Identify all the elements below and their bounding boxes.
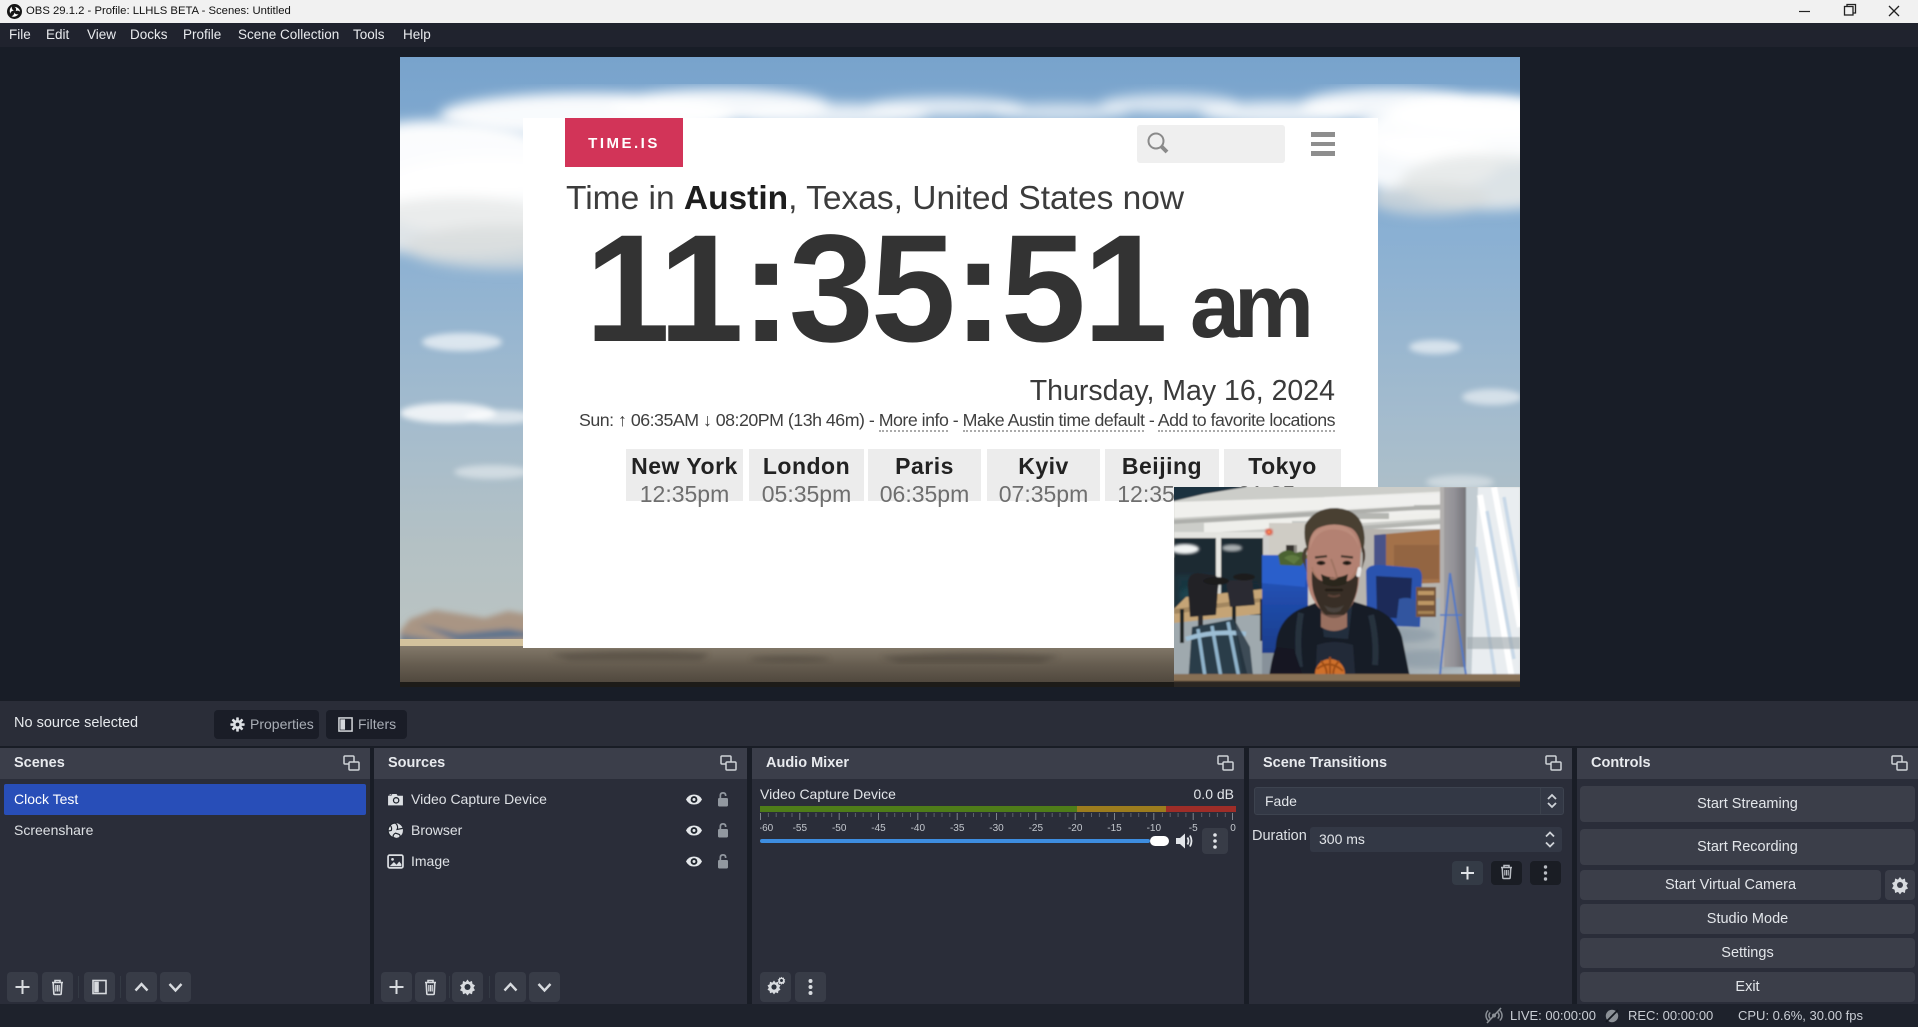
svg-text:0: 0 [1230, 823, 1236, 834]
svg-text:-10: -10 [1147, 823, 1162, 834]
svg-text:-45: -45 [871, 823, 886, 834]
svg-text:-60: -60 [760, 823, 774, 834]
svg-text:-20: -20 [1068, 823, 1083, 834]
svg-text:-50: -50 [832, 823, 847, 834]
svg-text:-15: -15 [1107, 823, 1122, 834]
svg-text:-35: -35 [950, 823, 965, 834]
svg-text:-25: -25 [1029, 823, 1044, 834]
svg-text:-30: -30 [989, 823, 1004, 834]
svg-text:-40: -40 [911, 823, 926, 834]
svg-text:-55: -55 [793, 823, 808, 834]
